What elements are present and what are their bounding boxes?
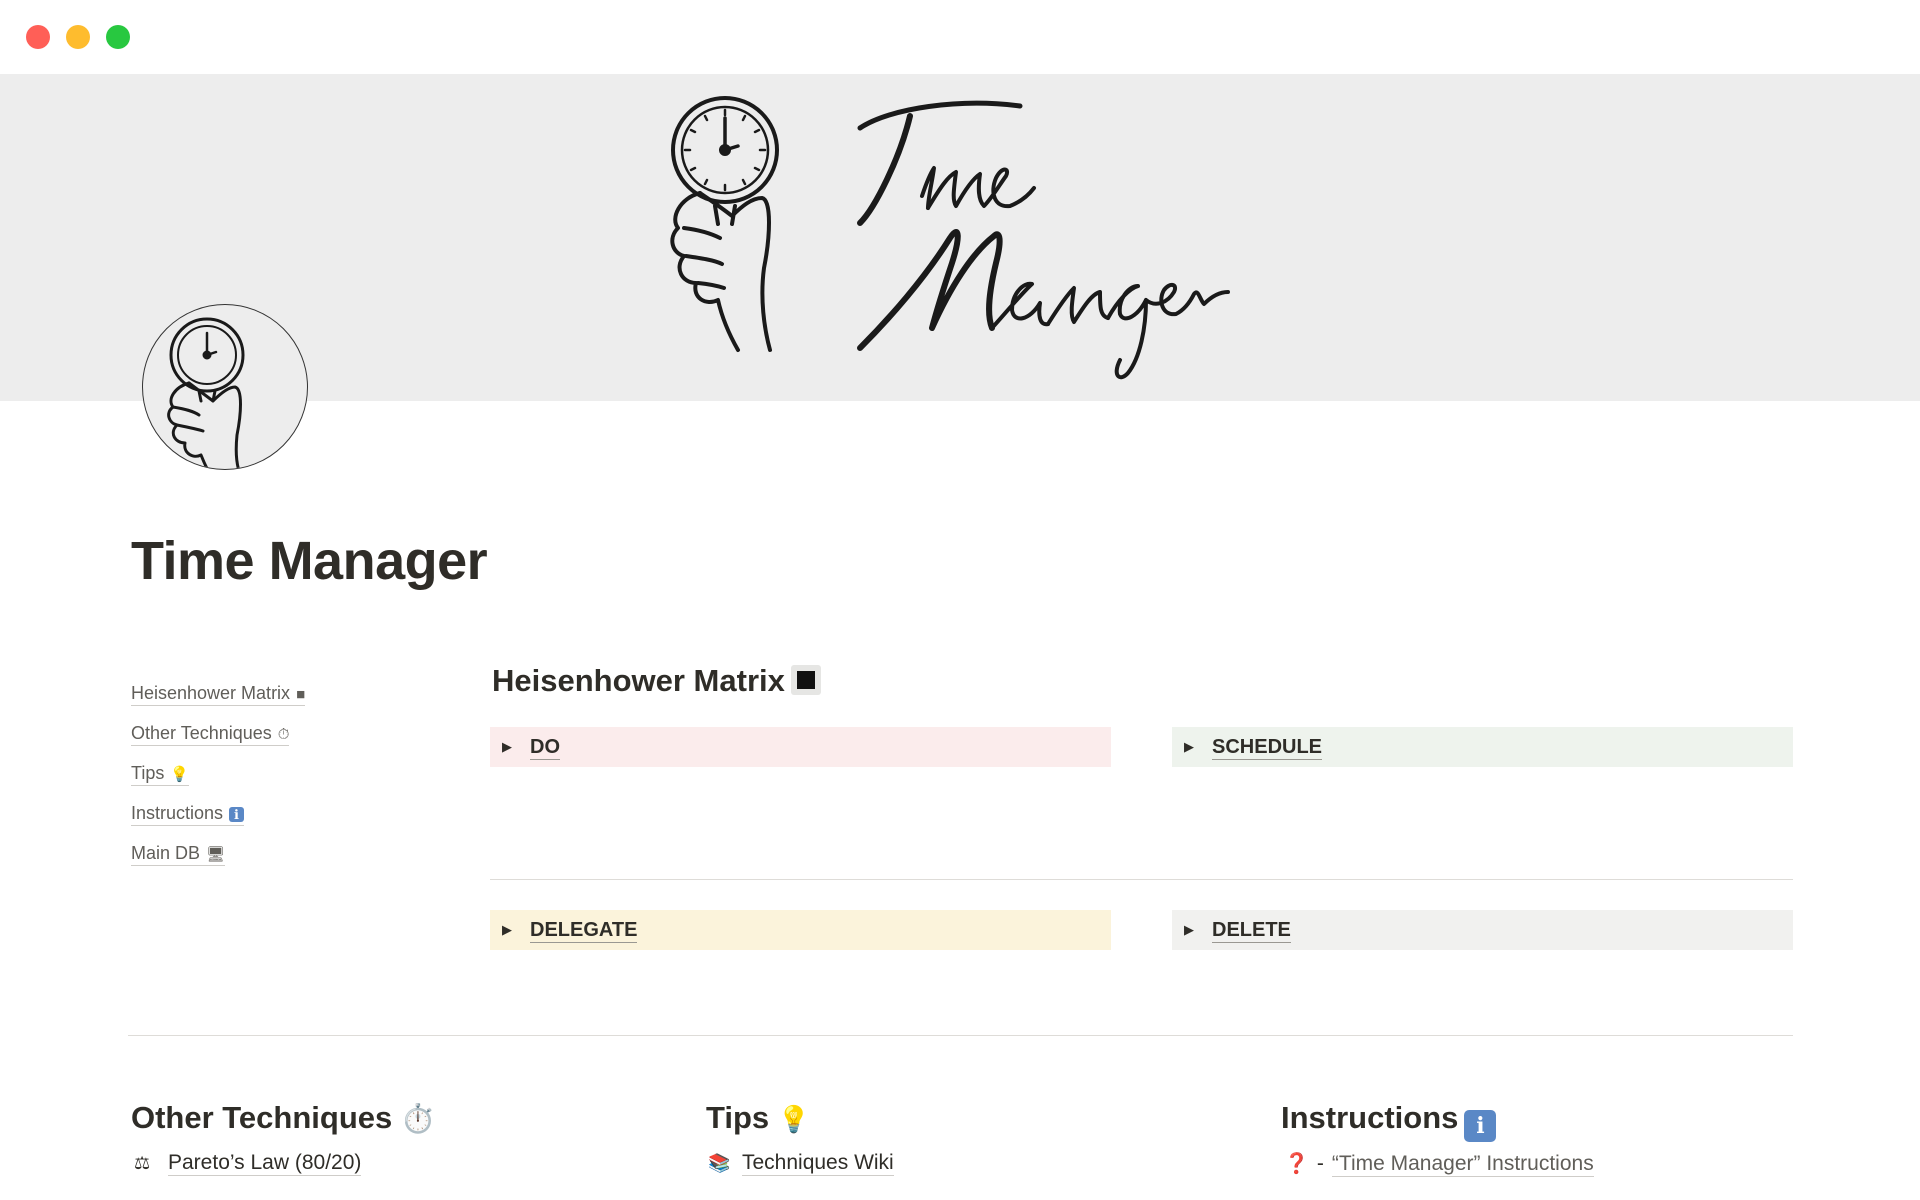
close-window-button[interactable] [26, 25, 50, 49]
heading-text: Instructions [1281, 1100, 1459, 1135]
window-titlebar [0, 0, 1920, 74]
black-square-icon: ■ [296, 686, 306, 703]
page-title: Time Manager [131, 531, 488, 591]
instructions-heading: Instructions i [1281, 1100, 1497, 1142]
cover-illustration [670, 96, 1230, 380]
instructions-link[interactable]: ❓ - “Time Manager” Instructions [1284, 1151, 1594, 1177]
zoom-window-button[interactable] [106, 25, 130, 49]
toggle-label[interactable]: DELETE [1212, 919, 1291, 943]
link-label[interactable]: Pareto’s Law (80/20) [168, 1151, 362, 1176]
techniques-wiki-link[interactable]: 📚 Techniques Wiki [708, 1151, 894, 1176]
heading-text: Heisenhower Matrix [492, 663, 785, 698]
toc-item-label: Heisenhower Matrix [131, 683, 291, 703]
balance-scale-icon: ⚖ [134, 1153, 151, 1173]
question-mark-icon: ❓ [1284, 1153, 1309, 1175]
toggle-label[interactable]: DELEGATE [530, 919, 638, 943]
section-divider [128, 1035, 1793, 1036]
toggle-label[interactable]: DO [530, 736, 560, 760]
heading-text: Other Techniques [131, 1100, 393, 1135]
toggle-triangle-icon[interactable]: ▶ [1184, 910, 1194, 950]
desktop-computer-icon: 🖥 [206, 846, 226, 863]
light-bulb-icon: 💡 [777, 1104, 811, 1134]
info-icon: ℹ [229, 807, 244, 822]
toggle-delete[interactable]: ▶ DELETE [1172, 910, 1793, 950]
toc-item-label: Tips [131, 763, 165, 783]
matrix-divider [490, 879, 1793, 880]
toggle-triangle-icon[interactable]: ▶ [502, 727, 512, 767]
toggle-triangle-icon[interactable]: ▶ [1184, 727, 1194, 767]
toggle-schedule[interactable]: ▶ SCHEDULE [1172, 727, 1793, 767]
dash-separator: - [1316, 1152, 1324, 1175]
black-square-icon [790, 665, 821, 695]
stopwatch-icon: ⏱ [277, 726, 290, 743]
books-icon: 📚 [708, 1153, 731, 1173]
toc-item-tips[interactable]: Tips 💡 [131, 763, 411, 803]
info-icon: i [1464, 1110, 1497, 1142]
link-label[interactable]: “Time Manager” Instructions [1331, 1152, 1594, 1177]
pareto-law-link[interactable]: ⚖ Pareto’s Law (80/20) [134, 1151, 362, 1176]
toc-item-instructions[interactable]: Instructions ℹ [131, 803, 411, 843]
toc-item-label: Main DB [131, 843, 201, 863]
table-of-contents: Heisenhower Matrix ■ Other Techniques ⏱ Ti… [131, 683, 411, 883]
minimize-window-button[interactable] [66, 25, 90, 49]
tips-heading: Tips 💡 [706, 1100, 810, 1136]
toc-item-label: Instructions [131, 803, 224, 823]
toc-item-label: Other Techniques [131, 723, 272, 743]
toc-item-other-techniques[interactable]: Other Techniques ⏱ [131, 723, 411, 763]
light-bulb-icon: 💡 [170, 766, 190, 783]
link-label[interactable]: Techniques Wiki [742, 1151, 894, 1176]
toggle-delegate[interactable]: ▶ DELEGATE [490, 910, 1111, 950]
toggle-label[interactable]: SCHEDULE [1212, 736, 1323, 760]
clock-hand-icon [167, 317, 245, 469]
stopwatch-icon: ⏱️ [400, 1103, 436, 1134]
toc-item-heisenhower-matrix[interactable]: Heisenhower Matrix ■ [131, 683, 411, 723]
toc-item-main-db[interactable]: Main DB 🖥 [131, 843, 411, 883]
heading-text: Tips [706, 1100, 770, 1135]
heisenhower-matrix-heading: Heisenhower Matrix [492, 663, 821, 699]
toggle-do[interactable]: ▶ DO [490, 727, 1111, 767]
page-icon[interactable] [142, 304, 308, 470]
toggle-triangle-icon[interactable]: ▶ [502, 910, 512, 950]
other-techniques-heading: Other Techniques ⏱️ [131, 1100, 436, 1136]
